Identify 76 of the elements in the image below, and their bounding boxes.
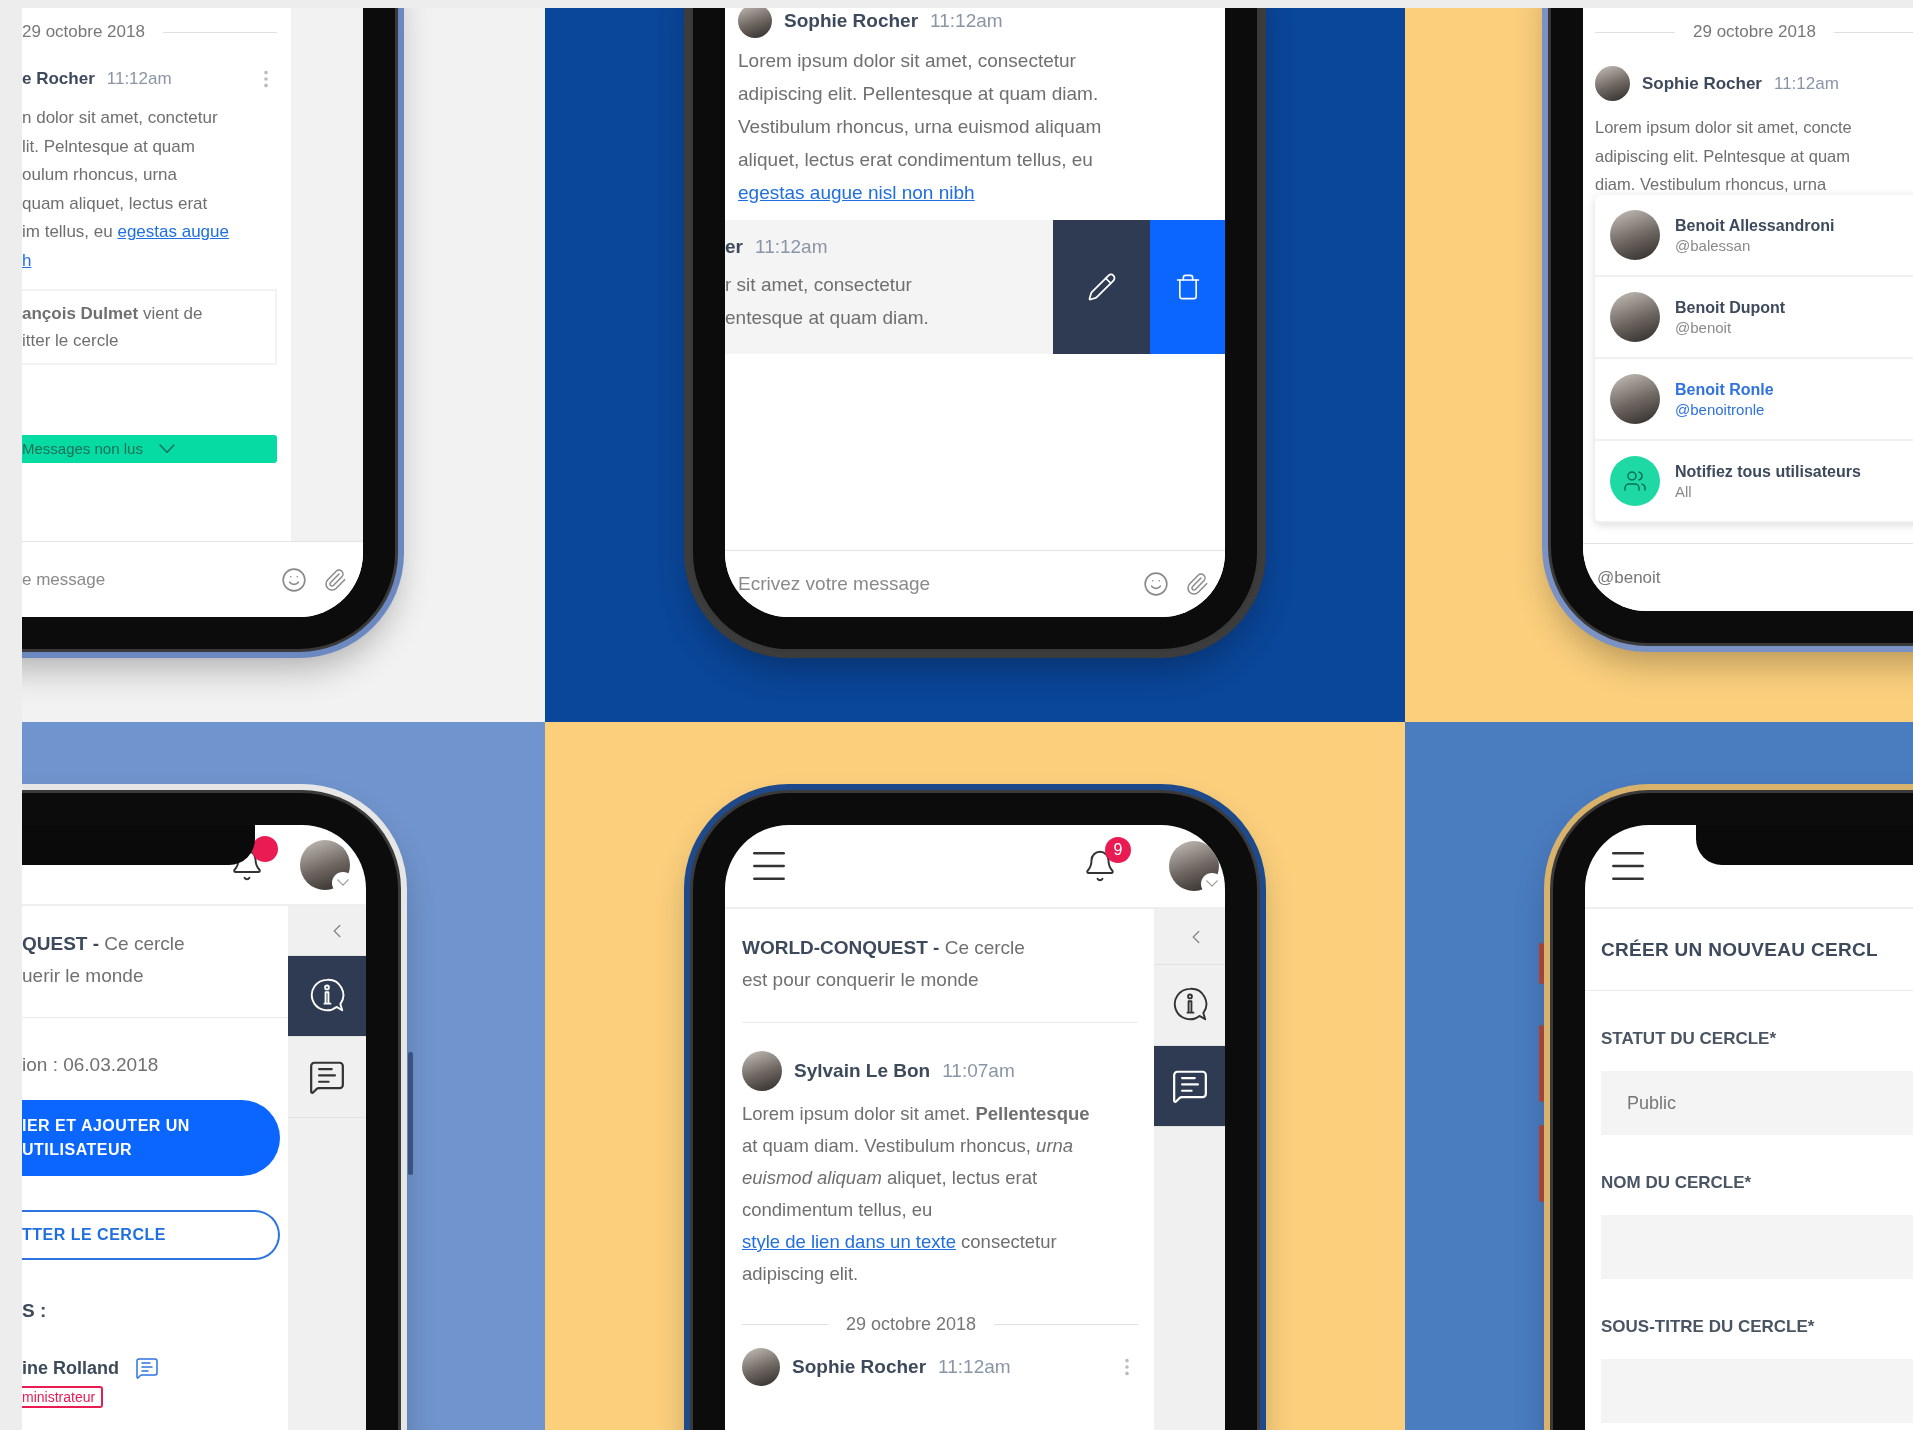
text-link[interactable]: h (22, 250, 32, 270)
smiley-icon[interactable] (281, 566, 307, 593)
info-tab[interactable] (288, 956, 366, 1037)
mention-option[interactable]: Benoit Allessandroni @balessan (1595, 195, 1913, 277)
message-text: Lorem ipsum dolor sit amet, concte adipiscing elit. Pelntesque at quam diam. Vestibulum rhoncus, urna (1595, 117, 1853, 196)
avatar (742, 1348, 780, 1386)
avatar (738, 8, 772, 38)
user-handle: @benoit (1675, 318, 1733, 336)
avatar[interactable] (300, 839, 350, 890)
message-input[interactable]: Ecrivez votre message (738, 569, 1127, 599)
field-label: NOM DU CERCLE* (1601, 1173, 1753, 1193)
message-time: 11:12am (106, 69, 172, 89)
chevron-down-icon (1206, 880, 1218, 888)
author-name: e Rocher (22, 69, 95, 89)
message-text: r sit amet, consectetur entesque at quam diam. (725, 273, 930, 330)
member-name: ine Rolland (22, 1357, 119, 1379)
user-handle: @balessan (1675, 236, 1752, 254)
user-name: Benoit Dupont (1675, 298, 1786, 317)
notification-badge: 9 (1105, 837, 1131, 863)
user-name: Notifiez tous utilisateurs (1675, 462, 1861, 481)
form-title: CRÉER UN NOUVEAU CERCL (1601, 939, 1878, 960)
text-link[interactable]: egestas augue nisl non nibh (738, 182, 975, 203)
select-field[interactable]: Public (1601, 1071, 1913, 1135)
unread-messages-bar[interactable]: Messages non lus (22, 434, 277, 463)
message-text: Lorem ipsum dolor sit amet. Pellentesque at quam diam. Vestibulum rhoncus, urna euismod aliquam aliquet, lectus erat condimentum tellus, eu style de lien dans un texte consectetur adipiscing elit. (742, 1102, 1091, 1286)
paperclip-icon[interactable] (323, 567, 347, 592)
user-handle: All (1675, 482, 1693, 500)
avatar (1595, 66, 1630, 101)
field-label: STATUT DU CERCLE* (1601, 1029, 1778, 1049)
mention-option[interactable]: Benoit Ronle @benoitronle (1595, 359, 1913, 441)
field-label: SOUS-TITRE DU CERCLE* (1601, 1317, 1816, 1337)
avatar (1610, 210, 1660, 260)
circle-title: QUEST - Ce cercle uerir le monde (22, 932, 186, 988)
chat-tab[interactable] (1154, 1046, 1225, 1127)
author-name: Sophie Rocher (1642, 73, 1762, 94)
author-name: Sophie Rocher (792, 1356, 927, 1378)
author-name: Sylvain Le Bon (794, 1060, 931, 1082)
user-handle: @benoitronle (1675, 400, 1766, 418)
circle-title: WORLD-CONQUEST - Ce cercle est pour conquerir le monde (742, 936, 1026, 992)
message-text: n dolor sit amet, conctetur lit. Pelntesque at quam oulum rhoncus, urna quam aliquet, lectus erat im tellus, eu egestas augue h (22, 107, 230, 272)
date-label: 29 octobre 2018 (22, 22, 145, 42)
notice-text: ançois Dulmet vient de itter le cercle (22, 302, 204, 352)
message-time: 11:07am (942, 1060, 1015, 1082)
leave-circle-button[interactable]: TTER LE CERCLE (22, 1210, 280, 1260)
mention-option[interactable]: Notifiez tous utilisateurs All (1595, 441, 1913, 523)
members-heading: S : (22, 1300, 48, 1322)
smiley-icon[interactable] (1143, 571, 1169, 597)
notification-badge (252, 835, 278, 862)
message-time: 11:12am (938, 1356, 1011, 1378)
role-tag: ministrateur (22, 1386, 104, 1408)
author-name: Sophie Rocher (784, 10, 919, 32)
message-input[interactable]: @benoit (1597, 562, 1913, 593)
user-name: Benoit Ronle (1675, 380, 1774, 399)
author-name: er (725, 236, 743, 258)
message-text: Lorem ipsum dolor sit amet, consectetur adipiscing elit. Pellentesque at quam diam. Vestibulum rhoncus, urna euismod aliquam aliquet, lectus erat condimentum tellus, eu egestas augue nisl non nibh (738, 49, 1103, 205)
message-time: 11:12am (1773, 73, 1839, 94)
text-link[interactable]: style de lien dans un texte (742, 1231, 956, 1252)
date-label: 29 octobre 2018 (1693, 22, 1816, 42)
avatar (1610, 374, 1660, 424)
chevron-down-icon (337, 878, 349, 887)
chevron-down-icon (158, 443, 175, 454)
users-icon (1623, 469, 1647, 493)
paperclip-icon[interactable] (1185, 572, 1209, 596)
add-user-button[interactable]: IER ET AJOUTER UN UTILISATEUR (22, 1100, 280, 1176)
chat-icon[interactable] (135, 1356, 159, 1380)
text-link[interactable]: egestas augue (117, 222, 229, 242)
date-label: 29 octobre 2018 (846, 1313, 977, 1335)
mention-option[interactable]: Benoit Dupont @benoit (1595, 277, 1913, 359)
message-time: 11:12am (754, 236, 828, 258)
creation-date: ion : 06.03.2018 (22, 1054, 160, 1076)
avatar (742, 1051, 782, 1091)
user-name: Benoit Allessandroni (1675, 216, 1835, 235)
message-input[interactable]: e message (22, 564, 265, 595)
message-time: 11:12am (930, 10, 1003, 32)
pencil-icon (1086, 272, 1117, 302)
avatar (1610, 292, 1660, 342)
